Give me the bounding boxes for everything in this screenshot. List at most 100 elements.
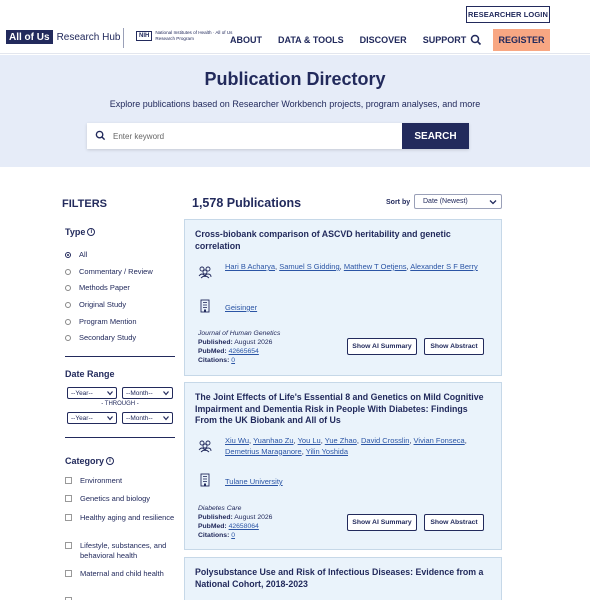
category-option-label: Maternal and child health [80, 569, 164, 578]
author-link[interactable]: Yuanhao Zu [253, 436, 293, 445]
publication-title[interactable]: The Joint Effects of Life's Essential 8 … [195, 392, 490, 427]
all-of-us-logo-mark: All of Us [6, 30, 53, 44]
published-value: August 2026 [234, 339, 273, 346]
register-button[interactable]: REGISTER [493, 29, 550, 51]
page-subtitle: Explore publications based on Researcher… [109, 99, 481, 109]
author-link[interactable]: David Crosslin [361, 436, 409, 445]
citations-link[interactable]: 0 [231, 532, 235, 539]
start-month-select[interactable]: --Month-- [122, 387, 173, 399]
type-option-secondary-study[interactable]: Secondary Study [65, 333, 136, 342]
category-option-environment[interactable]: Environment [65, 476, 122, 486]
type-option-label: Program Mention [79, 317, 137, 326]
chevron-down-icon [163, 416, 169, 421]
filter-divider [65, 437, 175, 438]
researcher-login-button[interactable]: RESEARCHER LOGIN [466, 6, 550, 23]
show-ai-summary-button[interactable]: Show AI Summary [347, 514, 417, 531]
pubmed-link[interactable]: 42665654 [229, 348, 259, 355]
select-value: --Month-- [126, 414, 153, 422]
checkbox[interactable] [65, 477, 72, 484]
category-option-lifestyle[interactable]: Lifestyle, substances, and behavioral he… [65, 541, 175, 561]
category-option-genetics-biology[interactable]: Genetics and biology [65, 494, 150, 504]
institution-link[interactable]: Geisinger [225, 303, 257, 312]
radio-button[interactable] [65, 251, 71, 258]
type-option-program-mention[interactable]: Program Mention [65, 317, 137, 326]
chevron-down-icon [489, 200, 497, 205]
sort-select[interactable]: Date (Newest) [414, 194, 502, 209]
info-icon[interactable]: i [106, 457, 115, 465]
radio-button[interactable] [65, 318, 71, 325]
type-option-commentary-review[interactable]: Commentary / Review [65, 267, 153, 276]
type-option-label: Secondary Study [79, 333, 137, 342]
info-icon[interactable]: i [87, 228, 96, 236]
search-icon[interactable] [470, 34, 482, 46]
publication-title[interactable]: Cross-biobank comparison of ASCVD herita… [195, 229, 485, 252]
type-option-all[interactable]: All [65, 250, 87, 259]
pubmed-label: PubMed: [198, 348, 227, 355]
published-label: Published: [198, 339, 233, 346]
citations-label: Citations: [198, 532, 230, 539]
search-button[interactable]: SEARCH [402, 123, 469, 149]
type-option-original-study[interactable]: Original Study [65, 300, 126, 309]
author-link[interactable]: Yue Zhao [325, 436, 357, 445]
authors-icon [198, 440, 212, 453]
category-option-maternal-child[interactable]: Maternal and child health [65, 569, 175, 579]
author-link[interactable]: Xiu Wu [225, 436, 249, 445]
type-option-methods-paper[interactable]: Methods Paper [65, 283, 130, 292]
author-link[interactable]: Matthew T Oetjens [344, 262, 407, 271]
publication-authors: Xiu Wu, Yuanhao Zu, You Lu, Yue Zhao, Da… [225, 436, 467, 456]
author-link[interactable]: Alexander S F Berry [410, 262, 478, 271]
type-filter-label: Type [65, 227, 86, 237]
results-count: 1,578 Publications [192, 196, 302, 210]
author-link[interactable]: Demetrius Maraganore [225, 447, 302, 456]
radio-button[interactable] [65, 268, 71, 275]
type-option-label: All [79, 250, 88, 259]
search-bar: SEARCH [87, 123, 469, 149]
citations-link[interactable]: 0 [231, 357, 235, 364]
nav-data-tools[interactable]: DATA & TOOLS [278, 35, 344, 45]
publication-card: The Joint Effects of Life's Essential 8 … [184, 382, 502, 550]
institution-icon [200, 299, 210, 313]
radio-button[interactable] [65, 284, 71, 291]
hero-section: Publication Directory Explore publicatio… [0, 55, 590, 167]
author-link[interactable]: Samuel S Gidding [279, 262, 339, 271]
filter-divider [65, 356, 175, 357]
pubmed-id: PubMed: 42658064 [198, 523, 259, 530]
nav-about[interactable]: ABOUT [230, 35, 262, 45]
logo-divider [123, 28, 124, 48]
category-option-next[interactable] [65, 596, 80, 600]
checkbox[interactable] [65, 542, 72, 549]
radio-button[interactable] [65, 334, 71, 341]
institution-link[interactable]: Tulane University [225, 477, 283, 486]
checkbox[interactable] [65, 514, 72, 521]
end-month-select[interactable]: --Month-- [122, 412, 173, 424]
category-filter-label: Category [65, 456, 105, 466]
show-abstract-button[interactable]: Show Abstract [424, 514, 484, 531]
nav-support[interactable]: SUPPORT [423, 35, 467, 45]
author-link[interactable]: Yilin Yoshida [306, 447, 348, 456]
nav-discover[interactable]: DISCOVER [360, 35, 407, 45]
author-link[interactable]: You Lu [298, 436, 321, 445]
category-option-label: Environment [80, 476, 123, 485]
publication-title[interactable]: Polysubstance Use and Risk of Infectious… [195, 567, 485, 590]
pubmed-label: PubMed: [198, 523, 227, 530]
show-ai-summary-button[interactable]: Show AI Summary [347, 338, 417, 355]
date-range-label: Date Range [65, 369, 115, 379]
checkbox[interactable] [65, 570, 72, 577]
start-year-select[interactable]: --Year-- [67, 387, 117, 399]
author-link[interactable]: Vivian Fonseca [414, 436, 465, 445]
published-label: Published: [198, 514, 233, 521]
type-option-label: Commentary / Review [79, 267, 153, 276]
citation-count: Citations: 0 [198, 357, 235, 364]
search-input[interactable] [113, 123, 393, 149]
show-abstract-button[interactable]: Show Abstract [424, 338, 484, 355]
chevron-down-icon [107, 391, 113, 396]
site-logo[interactable]: All of Us Research Hub [6, 30, 120, 44]
pubmed-link[interactable]: 42658064 [229, 523, 259, 530]
checkbox[interactable] [65, 495, 72, 502]
select-value: --Year-- [71, 389, 93, 397]
author-link[interactable]: Hari B Acharya [225, 262, 275, 271]
radio-button[interactable] [65, 301, 71, 308]
journal-name: Journal of Human Genetics [198, 330, 281, 337]
end-year-select[interactable]: --Year-- [67, 412, 117, 424]
category-option-healthy-aging[interactable]: Healthy aging and resilience [65, 513, 175, 523]
